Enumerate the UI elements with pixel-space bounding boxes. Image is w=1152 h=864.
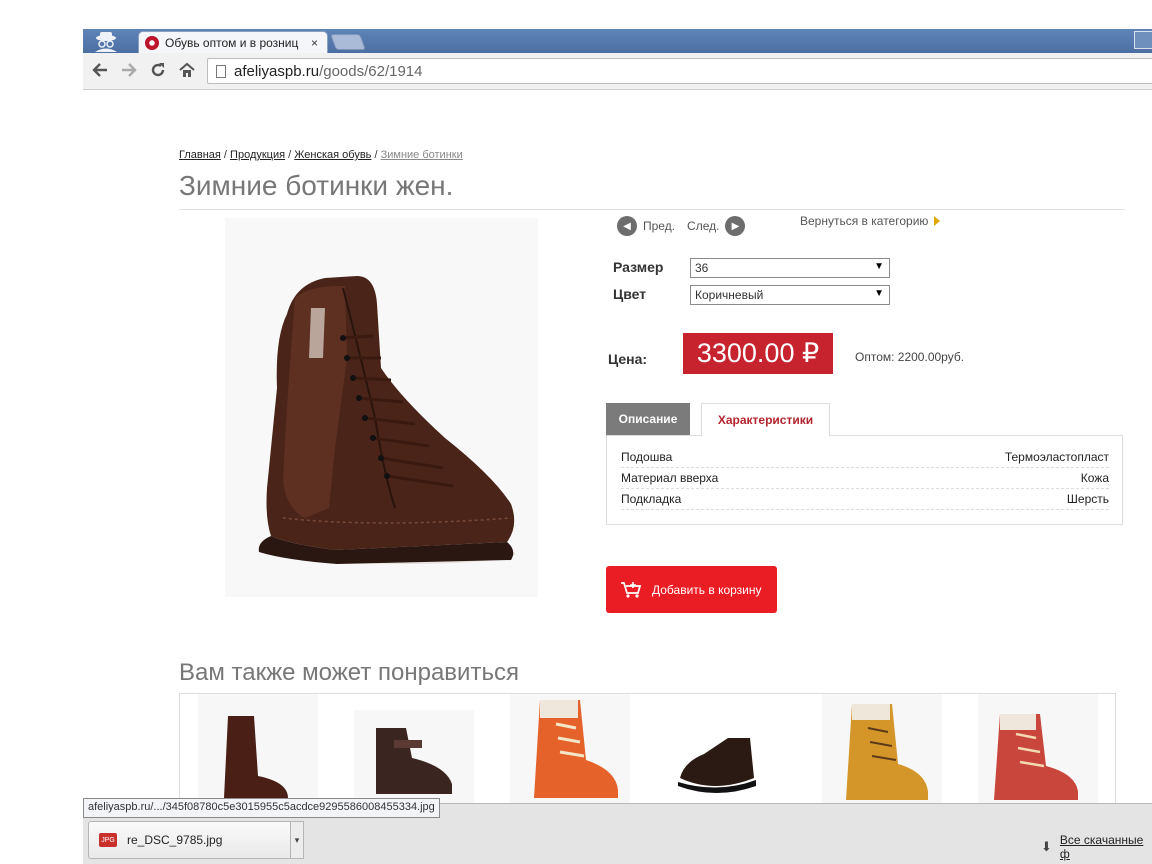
related-product-thumb[interactable] xyxy=(978,694,1098,804)
breadcrumb-home-link[interactable]: Главная xyxy=(179,149,221,161)
product-pagination: ◀ Пред. След. ▶ xyxy=(617,216,746,236)
related-product-thumb[interactable] xyxy=(822,694,942,804)
download-file-name: re_DSC_9785.jpg xyxy=(127,833,223,847)
spec-row: Материал вверха Кожа xyxy=(621,468,1109,489)
related-product-thumb[interactable] xyxy=(198,694,318,804)
tab-title: Обувь оптом и в розниц xyxy=(165,35,299,50)
tab-close-icon[interactable]: × xyxy=(311,36,318,50)
window-control-button[interactable] xyxy=(1134,31,1152,49)
related-product-thumb[interactable] xyxy=(510,694,630,804)
title-divider xyxy=(179,209,1125,210)
incognito-icon xyxy=(89,30,123,52)
page-icon xyxy=(216,64,226,78)
spec-name: Материал вверха xyxy=(621,471,719,485)
prev-arrow-icon[interactable]: ◀ xyxy=(617,216,637,236)
cart-icon xyxy=(621,581,642,598)
breadcrumb-separator: / xyxy=(285,149,295,161)
browser-tab[interactable]: Обувь оптом и в розниц × xyxy=(138,31,328,53)
download-menu-icon[interactable]: ▾ xyxy=(290,821,304,859)
next-link[interactable]: След. xyxy=(687,219,719,233)
site-favicon-icon xyxy=(145,35,159,50)
address-bar[interactable]: afeliyaspb.ru/goods/62/1914 xyxy=(207,58,1152,84)
reload-icon[interactable] xyxy=(147,61,169,83)
new-tab-button[interactable] xyxy=(330,34,366,50)
spec-row: Подошва Термоэластопласт xyxy=(621,447,1109,468)
add-to-cart-label: Добавить в корзину xyxy=(652,582,762,597)
status-url: afeliyaspb.ru/.../345f08780c5e3015955c5a… xyxy=(83,798,440,818)
breadcrumb-womens-link[interactable]: Женская обувь xyxy=(294,149,371,161)
url-text: afeliyaspb.ru/goods/62/1914 xyxy=(234,62,423,80)
related-products xyxy=(179,693,1116,813)
next-arrow-icon[interactable]: ▶ xyxy=(725,216,746,236)
add-to-cart-button[interactable]: Добавить в корзину xyxy=(606,566,777,613)
all-downloads-label: Все скачанные ф xyxy=(1059,833,1144,861)
spec-name: Подкладка xyxy=(621,492,682,506)
spec-value: Термоэластопласт xyxy=(1004,450,1109,464)
price-value: 3300.00 ₽ xyxy=(683,333,833,374)
size-label: Размер xyxy=(613,259,664,275)
specifications-panel: Подошва Термоэластопласт Материал вверха… xyxy=(606,435,1123,525)
related-product-thumb[interactable] xyxy=(666,694,786,804)
all-downloads-link[interactable]: ⬇ Все скачанные ф xyxy=(1041,833,1152,861)
breadcrumb-separator: / xyxy=(371,149,381,161)
size-select-value: 36 xyxy=(695,261,709,275)
color-select-value: Коричневый xyxy=(695,288,764,302)
spec-name: Подошва xyxy=(621,450,673,464)
browser-tab-bar: Обувь оптом и в розниц × xyxy=(83,29,1152,53)
price-label: Цена: xyxy=(608,351,648,367)
breadcrumb-current[interactable]: Зимние ботинки xyxy=(381,149,463,161)
tab-specifications[interactable]: Характеристики xyxy=(701,403,830,436)
back-to-category-link[interactable]: Вернуться в категорию xyxy=(800,214,941,228)
color-select[interactable]: Коричневый ▼ xyxy=(690,285,890,305)
related-title: Вам также может понравиться xyxy=(179,659,519,686)
back-arrow-icon[interactable] xyxy=(89,61,111,83)
download-arrow-icon: ⬇ xyxy=(1041,839,1052,854)
spec-value: Кожа xyxy=(1080,471,1109,485)
triangle-right-icon xyxy=(934,216,941,226)
wholesale-price: Оптом: 2200.00руб. xyxy=(855,350,965,364)
product-image[interactable] xyxy=(225,218,538,597)
back-to-category-label: Вернуться в категорию xyxy=(800,214,929,228)
jpg-file-icon: JPG xyxy=(99,833,117,847)
breadcrumb-products-link[interactable]: Продукция xyxy=(230,149,285,161)
forward-arrow-icon[interactable] xyxy=(118,61,140,83)
dropdown-arrow-icon: ▼ xyxy=(874,261,884,272)
dropdown-arrow-icon: ▼ xyxy=(874,288,884,299)
spec-row: Подкладка Шерсть xyxy=(621,489,1109,510)
desktop-margin xyxy=(0,0,83,864)
home-icon[interactable] xyxy=(176,61,198,83)
tab-description[interactable]: Описание xyxy=(606,403,690,435)
color-label: Цвет xyxy=(613,286,647,302)
spec-value: Шерсть xyxy=(1066,492,1109,506)
breadcrumb: Главная / Продукция / Женская обувь / Зи… xyxy=(179,149,463,161)
size-select[interactable]: 36 ▼ xyxy=(690,258,890,278)
download-item[interactable]: JPG re_DSC_9785.jpg ▾ xyxy=(88,821,304,859)
browser-toolbar: afeliyaspb.ru/goods/62/1914 xyxy=(83,53,1152,90)
page-title: Зимние ботинки жен. xyxy=(179,170,454,201)
prev-link[interactable]: Пред. xyxy=(643,219,675,233)
breadcrumb-separator: / xyxy=(220,149,231,161)
